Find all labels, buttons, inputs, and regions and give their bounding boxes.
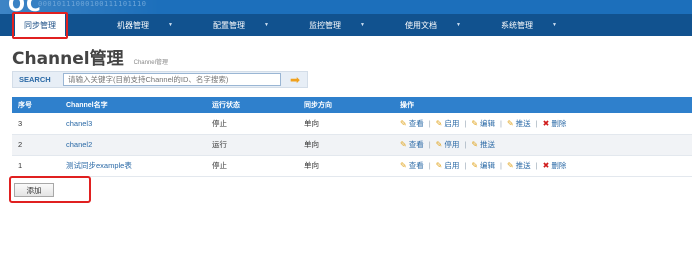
pencil-icon: ✎ — [506, 161, 514, 170]
row-direction: 单向 — [298, 113, 394, 135]
row-operations: ✎ 查看 | ✎ 停用 | ✎ 推送 — [400, 139, 692, 150]
pencil-icon: ✎ — [471, 161, 479, 170]
enable-link[interactable]: ✎ 启用 — [436, 118, 460, 129]
chevron-down-icon: ▼ — [456, 22, 461, 28]
add-button[interactable]: 添加 — [14, 183, 54, 197]
disable-link[interactable]: ✎ 停用 — [436, 139, 460, 150]
edit-link[interactable]: ✎ 编辑 — [471, 118, 495, 129]
column-header-status: 运行状态 — [206, 97, 298, 113]
separator: | — [428, 140, 431, 149]
table-row: 1 测试同步example表 停止 单向 ✎ 查看 | ✎ 启用 | ✎ 编辑 | ✎… — [12, 155, 692, 177]
column-header-name: Channel名字 — [60, 97, 206, 113]
edit-link[interactable]: ✎ 编辑 — [471, 160, 495, 171]
nav-item-monitor-management[interactable]: 监控管理 ▼ — [277, 14, 373, 36]
separator: | — [464, 161, 467, 170]
enable-link[interactable]: ✎ 启用 — [436, 160, 460, 171]
separator: | — [464, 140, 467, 149]
row-operations: ✎ 查看 | ✎ 启用 | ✎ 编辑 | ✎ 推送 | ✖ 删除 — [400, 118, 692, 129]
nav-item-label: 同步管理 — [24, 20, 56, 30]
search-label: SEARCH — [19, 75, 51, 84]
view-link[interactable]: ✎ 查看 — [400, 160, 424, 171]
delete-x-icon: ✖ — [542, 118, 550, 128]
separator: | — [464, 118, 467, 128]
pencil-icon: ✎ — [400, 161, 407, 170]
nav-item-label: 监控管理 — [309, 20, 341, 30]
chevron-down-icon: ▼ — [552, 22, 557, 28]
pencil-icon: ✎ — [435, 140, 443, 149]
nav-item-sync-management[interactable]: 同步管理 — [12, 12, 68, 39]
page-title: Channel管理 — [12, 49, 124, 69]
nav-item-documentation[interactable]: 使用文档 ▼ — [373, 14, 469, 36]
banner-binary-decoration: 00010111000100111101110 — [38, 0, 147, 8]
row-status: 停止 — [206, 155, 298, 177]
separator: | — [500, 118, 502, 128]
top-banner: OC 00010111000100111101110 — [0, 0, 692, 14]
separator: | — [500, 161, 502, 170]
row-no: 1 — [12, 155, 60, 177]
chevron-down-icon: ▼ — [360, 22, 365, 28]
row-status: 运行 — [206, 134, 298, 156]
nav-item-label: 使用文档 — [405, 20, 437, 30]
add-button-highlight: 添加 — [9, 176, 91, 203]
nav-item-label: 系统管理 — [501, 20, 533, 30]
delete-link[interactable]: ✖ 删除 — [543, 118, 567, 129]
separator: | — [535, 118, 538, 128]
delete-x-icon: ✖ — [542, 161, 550, 170]
channel-name-link[interactable]: chanel3 — [66, 119, 92, 128]
table-row: 3 chanel3 停止 单向 ✎ 查看 | ✎ 启用 | ✎ 编辑 | ✎ 推送 | … — [12, 113, 692, 135]
column-header-direction: 同步方向 — [298, 97, 394, 113]
chevron-down-icon: ▼ — [168, 22, 173, 28]
view-link[interactable]: ✎ 查看 — [400, 118, 424, 129]
pencil-icon: ✎ — [435, 161, 443, 170]
column-header-no: 序号 — [12, 97, 60, 113]
channel-name-link[interactable]: 测试同步example表 — [66, 161, 132, 170]
pencil-icon: ✎ — [471, 140, 479, 149]
view-link[interactable]: ✎ 查看 — [400, 139, 424, 150]
main-nav: 同步管理 机器管理 ▼ 配置管理 ▼ 监控管理 ▼ 使用文档 ▼ 系统管理 ▼ — [0, 12, 692, 39]
row-direction: 单向 — [298, 134, 394, 156]
separator: | — [428, 161, 431, 170]
push-link[interactable]: ✎ 推送 — [471, 139, 495, 150]
row-direction: 单向 — [298, 155, 394, 177]
row-no: 3 — [12, 113, 60, 135]
chevron-down-icon: ▼ — [264, 22, 269, 28]
table-row: 2 chanel2 运行 单向 ✎ 查看 | ✎ 停用 | ✎ 推送 — [12, 134, 692, 156]
pencil-icon: ✎ — [506, 118, 514, 128]
nav-item-machine-management[interactable]: 机器管理 ▼ — [85, 14, 181, 36]
nav-item-system-management[interactable]: 系统管理 ▼ — [469, 14, 565, 36]
channel-table: 序号 Channel名字 运行状态 同步方向 操作 3 chanel3 停止 单… — [12, 97, 692, 177]
push-link[interactable]: ✎ 推送 — [507, 160, 531, 171]
nav-item-label: 机器管理 — [117, 20, 149, 30]
delete-link[interactable]: ✖ 删除 — [543, 160, 567, 171]
column-header-operations: 操作 — [394, 97, 692, 113]
search-bar: SEARCH ➡ — [12, 71, 308, 88]
pencil-icon: ✎ — [471, 118, 479, 128]
pencil-icon: ✎ — [400, 140, 407, 149]
channel-name-link[interactable]: chanel2 — [66, 140, 92, 149]
separator: | — [535, 161, 538, 170]
row-status: 停止 — [206, 113, 298, 135]
nav-item-label: 配置管理 — [213, 20, 245, 30]
pencil-icon: ✎ — [400, 118, 407, 128]
page-title-row: Channel管理 Channel管理 — [12, 44, 168, 69]
push-link[interactable]: ✎ 推送 — [507, 118, 531, 129]
nav-item-config-management[interactable]: 配置管理 ▼ — [181, 14, 277, 36]
arrow-right-icon[interactable]: ➡ — [287, 73, 303, 87]
table-header-row: 序号 Channel名字 运行状态 同步方向 操作 — [12, 97, 692, 113]
row-no: 2 — [12, 134, 60, 156]
row-operations: ✎ 查看 | ✎ 启用 | ✎ 编辑 | ✎ 推送 | ✖ 删除 — [400, 160, 692, 171]
separator: | — [428, 118, 431, 128]
pencil-icon: ✎ — [435, 118, 443, 128]
search-input[interactable] — [63, 73, 281, 86]
page-subtitle: Channel管理 — [133, 60, 168, 66]
